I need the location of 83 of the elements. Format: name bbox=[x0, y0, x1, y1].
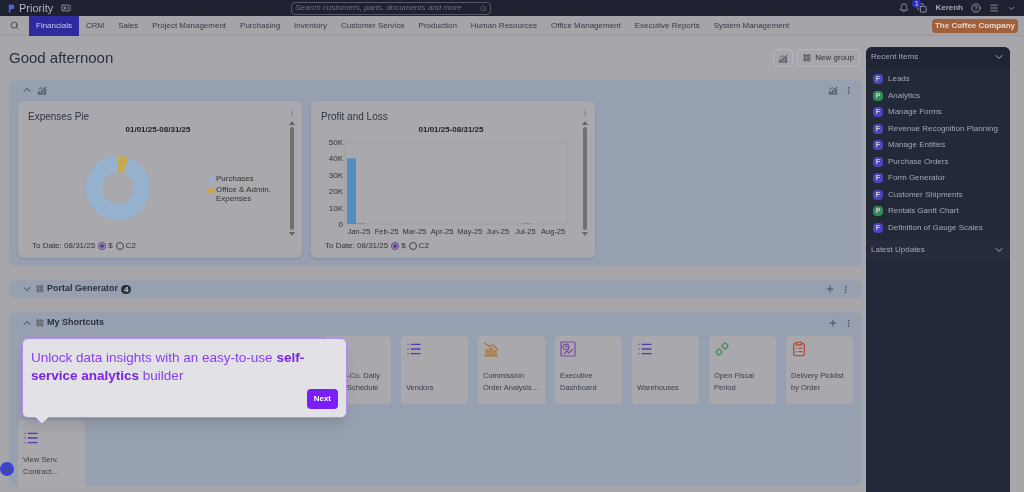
more-icon[interactable] bbox=[844, 318, 853, 328]
help-icon[interactable] bbox=[971, 3, 981, 13]
footer-label: To Date: 08/31/25 bbox=[32, 240, 96, 252]
recent-item-label: Definition of Gauge Scales bbox=[888, 221, 983, 234]
date-range: 01/01/25-08/31/25 bbox=[125, 124, 191, 136]
widget-title: Profit and Loss bbox=[321, 110, 389, 124]
scrollbar[interactable] bbox=[289, 121, 295, 236]
analytics-icon[interactable] bbox=[828, 85, 838, 95]
recent-item-label: Manage Forms bbox=[888, 106, 942, 119]
module-tab[interactable]: CRM bbox=[79, 15, 112, 36]
notification-icon[interactable] bbox=[899, 3, 910, 13]
axis-tick-label: 0 bbox=[338, 220, 343, 229]
recent-item-label: Customer Shipments bbox=[888, 188, 963, 201]
dashboard-icon bbox=[560, 341, 576, 357]
date-range: 01/01/25-08/31/25 bbox=[418, 124, 484, 136]
analytics-icon[interactable] bbox=[37, 85, 47, 95]
axis-tick-label: 30K bbox=[328, 170, 343, 180]
legend-label: Purchases bbox=[216, 173, 255, 183]
footer-label: To Date: 08/31/25 bbox=[325, 240, 389, 252]
gears-icon bbox=[714, 341, 730, 357]
module-tab[interactable]: Office Management bbox=[544, 15, 628, 36]
list-icon bbox=[637, 341, 653, 357]
legend-label: Office & Admin. Expenses bbox=[216, 184, 272, 203]
windows-icon[interactable] bbox=[917, 3, 928, 13]
module-tab[interactable]: Customer Service bbox=[334, 15, 412, 36]
panel-title: Recent Items bbox=[871, 51, 919, 63]
list-icon bbox=[406, 341, 422, 357]
axis-tick-label: 40K bbox=[328, 154, 343, 164]
module-tab[interactable]: Executive Reports bbox=[627, 15, 707, 36]
recent-item-label: Rentals Gantt Chart bbox=[888, 205, 959, 218]
recent-item-label: Form Generator bbox=[888, 172, 945, 185]
next-button[interactable]: Next bbox=[306, 389, 338, 409]
radio-label: C2 bbox=[418, 240, 429, 252]
add-icon[interactable] bbox=[828, 318, 838, 328]
radio-label: $ bbox=[401, 240, 406, 252]
group-title: My Shortcuts bbox=[47, 316, 104, 330]
more-icon[interactable] bbox=[288, 109, 296, 117]
module-tab[interactable]: Production bbox=[411, 15, 464, 36]
more-icon[interactable] bbox=[841, 284, 850, 294]
id-card-icon[interactable] bbox=[61, 3, 72, 13]
radio-label: C2 bbox=[125, 240, 136, 252]
panel-title: Latest Updates bbox=[871, 244, 925, 256]
recent-item-label: Analytics bbox=[888, 89, 920, 102]
clipboard-icon bbox=[791, 341, 807, 357]
axis-tick-label: 10K bbox=[328, 203, 343, 213]
group-title: Portal Generator bbox=[47, 282, 119, 296]
company-badge[interactable]: The Coffee Company bbox=[932, 18, 1018, 33]
list-icon bbox=[23, 430, 39, 446]
count-badge: 4 bbox=[121, 284, 132, 294]
brand-name: Priority bbox=[19, 0, 54, 16]
more-icon[interactable] bbox=[844, 85, 853, 95]
recent-item-label: Manage Entities bbox=[888, 139, 946, 152]
user-name[interactable]: Kerenh bbox=[935, 2, 963, 14]
search-icon[interactable] bbox=[480, 4, 488, 12]
logo-icon bbox=[8, 2, 16, 14]
analytics-icon[interactable] bbox=[778, 53, 789, 63]
module-tab[interactable]: System Management bbox=[706, 15, 797, 36]
scrollbar[interactable] bbox=[582, 121, 588, 236]
recent-item-label: Revenue Recognition Planning bbox=[888, 122, 998, 135]
bar-chart-icon bbox=[483, 341, 499, 357]
module-tab[interactable]: Sales bbox=[111, 15, 146, 36]
greeting: Good afternoon bbox=[9, 47, 114, 68]
recent-item-label: Purchase Orders bbox=[888, 155, 949, 168]
search-field[interactable]: Search customers, parts, documents and more bbox=[291, 1, 492, 15]
module-tab[interactable]: Inventory bbox=[287, 15, 334, 36]
axis-tick-label: 50K bbox=[328, 138, 343, 147]
donut-chart bbox=[86, 156, 150, 220]
analytics-button[interactable] bbox=[773, 49, 794, 67]
module-tab[interactable]: Project Management bbox=[145, 15, 234, 36]
axis-tick-label: 20K bbox=[328, 187, 343, 197]
module-tab[interactable]: Purchasing bbox=[233, 15, 288, 36]
more-icon[interactable] bbox=[581, 109, 589, 117]
add-icon[interactable] bbox=[825, 284, 835, 294]
new-group-button[interactable]: New group bbox=[797, 49, 860, 67]
menu-icon[interactable] bbox=[989, 3, 999, 13]
widget-title: Expenses Pie bbox=[28, 110, 91, 124]
module-tab[interactable]: Financials bbox=[29, 15, 79, 36]
module-tab[interactable]: Human Resources bbox=[463, 15, 545, 36]
recent-item-label: Leads bbox=[888, 73, 910, 86]
radio-label: $ bbox=[108, 240, 113, 252]
search-icon[interactable] bbox=[10, 21, 19, 30]
notification-badge: 1 bbox=[912, 0, 921, 8]
tooltip-text: Unlock data insights with an easy-to-use self-service analytics builder bbox=[31, 349, 306, 385]
